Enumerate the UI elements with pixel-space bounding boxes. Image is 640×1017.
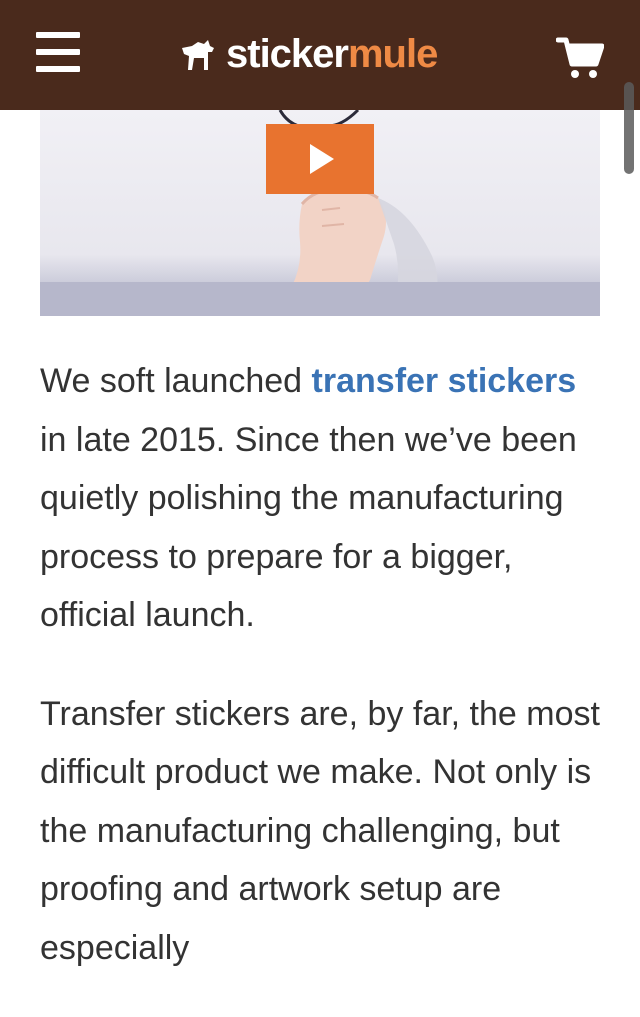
- top-nav-bar: sticker mule: [0, 0, 640, 110]
- shopping-cart-icon: [555, 37, 605, 78]
- video-player[interactable]: [40, 110, 600, 316]
- cart-button[interactable]: [555, 36, 605, 80]
- transfer-stickers-link[interactable]: transfer stickers: [312, 362, 577, 400]
- site-logo[interactable]: sticker mule: [178, 28, 438, 80]
- play-button[interactable]: [266, 124, 374, 194]
- mule-logo-icon: [182, 40, 214, 70]
- paragraph-text: in late 2015. Since then we’ve been quie…: [40, 420, 577, 635]
- page-scrollbar[interactable]: [624, 82, 634, 174]
- menu-button[interactable]: [36, 32, 82, 74]
- paragraph-text: We soft launched: [40, 362, 312, 400]
- article-body: We soft launched transfer stickers in la…: [40, 352, 600, 1017]
- article-paragraph: We soft launched transfer stickers in la…: [40, 352, 600, 645]
- article-paragraph: Transfer stickers are, by far, the most …: [40, 694, 600, 967]
- logo-text-mule: mule: [347, 31, 438, 76]
- logo-text-sticker: sticker: [226, 31, 349, 76]
- play-icon: [310, 144, 334, 174]
- video-floor: [40, 282, 600, 316]
